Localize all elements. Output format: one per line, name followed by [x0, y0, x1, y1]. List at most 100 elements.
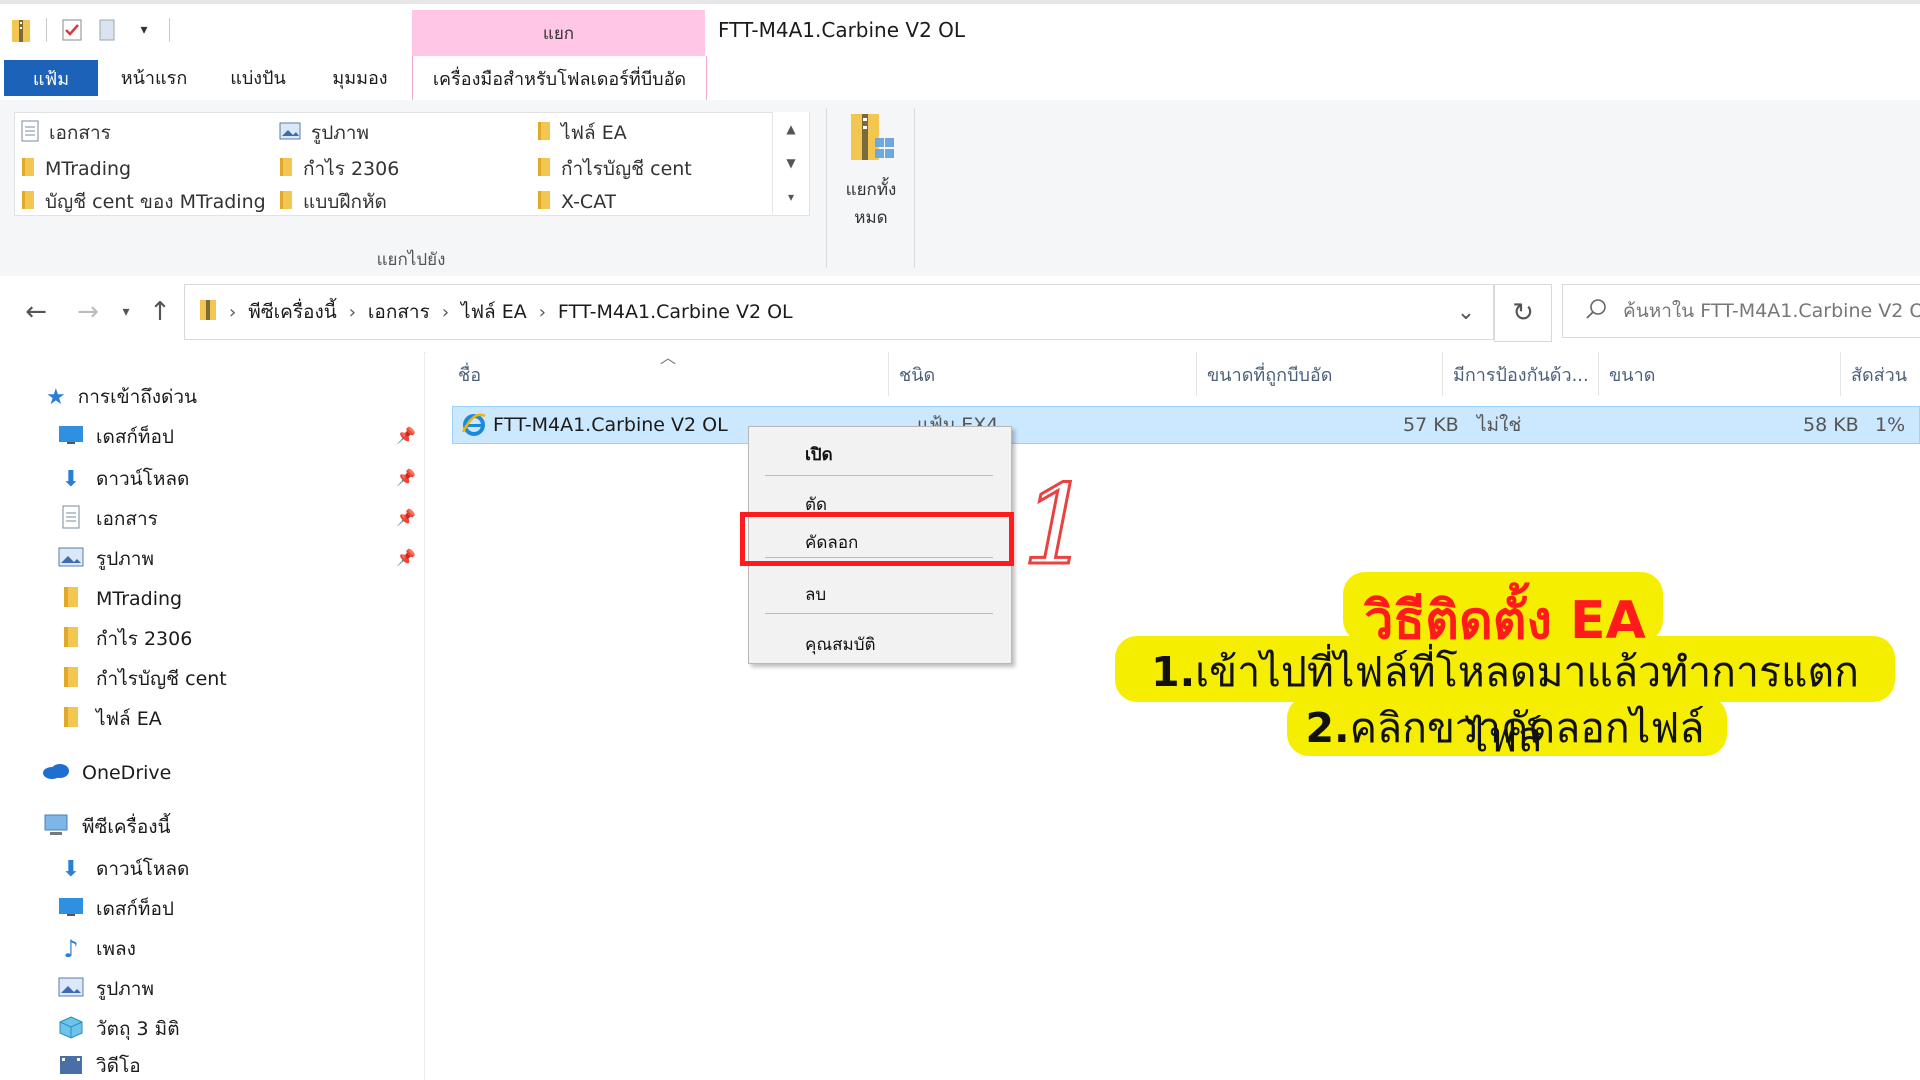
extract-all-button[interactable]: แยกทั้ง หมด	[836, 112, 906, 232]
refresh-icon[interactable]: ↻	[1494, 284, 1552, 342]
desktop-icon	[58, 425, 84, 450]
recent-locations-icon[interactable]: ▾	[108, 294, 144, 330]
column-header-name[interactable]: ชื่อ	[448, 352, 888, 396]
scroll-up-icon[interactable]: ▲	[786, 122, 795, 136]
column-header-size[interactable]: ขนาด	[1598, 352, 1840, 396]
nav-onedrive[interactable]: OneDrive	[42, 756, 171, 790]
menu-item-open[interactable]: เปิด	[805, 441, 833, 468]
annotation-step-2: 2.คลิกขวาคัดลอกไฟล์	[1115, 696, 1895, 761]
nav-item-ea-files[interactable]: ไฟล์ EA	[58, 702, 162, 736]
gallery-item-label: กำไร 2306	[303, 158, 400, 180]
pin-icon[interactable]: 📌	[396, 548, 416, 567]
gallery-item-label: แบบฝึกหัด	[303, 191, 387, 213]
nav-pc-downloads[interactable]: ⬇ ดาวน์โหลด	[58, 852, 190, 886]
forward-arrow-icon[interactable]: →	[70, 294, 106, 330]
chevron-right-icon[interactable]: ›	[539, 302, 546, 323]
folder-icon	[58, 665, 84, 694]
folder-icon	[58, 705, 84, 734]
nav-label: ไฟล์ EA	[96, 708, 162, 730]
nav-item-desktop[interactable]: เดสก์ท็อป	[58, 420, 174, 454]
nav-label: เอกสาร	[96, 508, 158, 530]
menu-divider	[765, 613, 993, 614]
chevron-down-icon[interactable]: ⌄	[1438, 285, 1493, 339]
gallery-item-label: รูปภาพ	[311, 122, 369, 144]
gallery-item-x-cat[interactable]: X-CAT	[537, 189, 616, 215]
folder-icon	[279, 189, 293, 215]
pin-icon[interactable]: 📌	[396, 508, 416, 527]
breadcrumb-this-pc[interactable]: พีซีเครื่องนี้	[248, 297, 337, 327]
search-box[interactable]: ค้นหาใน FTT-M4A1.Carbine V2 OL	[1562, 284, 1920, 338]
tab-compressed-folder-tools[interactable]: เครื่องมือสำหรับโฟลเดอร์ที่บีบอัด	[412, 56, 707, 100]
gallery-item-ea-files[interactable]: ไฟล์ EA	[537, 117, 627, 149]
breadcrumb-documents[interactable]: เอกสาร	[368, 297, 430, 327]
column-header-compressed-size[interactable]: ขนาดที่ถูกบีบอัด	[1196, 352, 1442, 396]
properties-check-icon[interactable]	[61, 16, 83, 44]
extract-to-gallery: เอกสาร รูปภาพ ไฟล์ EA MTrading กำไร 2306…	[14, 112, 810, 216]
nav-label: รูปภาพ	[96, 548, 154, 570]
zip-folder-icon	[199, 298, 217, 327]
context-tab-header: แยก	[412, 10, 705, 56]
chevron-right-icon[interactable]: ›	[349, 302, 356, 323]
gallery-item-profit-2306[interactable]: กำไร 2306	[279, 153, 399, 185]
menu-item-properties[interactable]: คุณสมบัติ	[805, 631, 876, 658]
nav-this-pc[interactable]: พีซีเครื่องนี้	[42, 810, 171, 844]
nav-item-documents[interactable]: เอกสาร	[58, 502, 158, 536]
documents-icon	[58, 505, 84, 534]
menu-item-delete[interactable]: ลบ	[805, 581, 826, 608]
gallery-item-label: ไฟล์ EA	[561, 122, 627, 144]
nav-pc-pictures[interactable]: รูปภาพ	[58, 972, 154, 1006]
tab-home[interactable]: หน้าแรก	[108, 56, 200, 98]
nav-pc-desktop[interactable]: เดสก์ท็อป	[58, 892, 174, 926]
nav-item-profit-2306[interactable]: กำไร 2306	[58, 622, 192, 656]
file-ratio: 1%	[1875, 414, 1906, 436]
tab-view[interactable]: มุมมอง	[314, 56, 406, 98]
up-arrow-icon[interactable]: ↑	[142, 294, 178, 330]
customize-dropdown-icon[interactable]: ▾	[133, 16, 155, 44]
breadcrumb-ea-files[interactable]: ไฟล์ EA	[461, 297, 527, 327]
search-icon	[1585, 298, 1607, 325]
pin-icon[interactable]: 📌	[396, 468, 416, 487]
nav-pc-videos[interactable]: วิดีโอ	[58, 1052, 141, 1080]
address-bar[interactable]: › พีซีเครื่องนี้ › เอกสาร › ไฟล์ EA › FT…	[184, 284, 1494, 340]
chevron-right-icon[interactable]: ›	[442, 302, 449, 323]
back-arrow-icon[interactable]: ←	[18, 294, 54, 330]
nav-item-mtrading[interactable]: MTrading	[58, 582, 182, 616]
column-header-password-protected[interactable]: มีการป้องกันด้ว...	[1442, 352, 1598, 396]
gallery-item-cent-profit[interactable]: กำไรบัญชี cent	[537, 153, 692, 185]
nav-label: วิดีโอ	[96, 1055, 141, 1077]
nav-pc-3d-objects[interactable]: วัตถุ 3 มิติ	[58, 1012, 180, 1046]
nav-item-pictures[interactable]: รูปภาพ	[58, 542, 154, 576]
new-folder-icon[interactable]	[97, 16, 119, 44]
ribbon-panel: เอกสาร รูปภาพ ไฟล์ EA MTrading กำไร 2306…	[0, 100, 1920, 277]
nav-label: กำไรบัญชี cent	[96, 668, 227, 690]
chevron-right-icon[interactable]: ›	[229, 302, 236, 323]
pin-icon[interactable]: 📌	[396, 426, 416, 445]
nav-item-cent-profit[interactable]: กำไรบัญชี cent	[58, 662, 227, 696]
gallery-item-exercises[interactable]: แบบฝึกหัด	[279, 189, 387, 215]
nav-pc-music[interactable]: ♪ เพลง	[58, 932, 136, 966]
nav-quick-access[interactable]: ★ การเข้าถึงด่วน	[46, 380, 197, 414]
menu-divider	[765, 475, 993, 476]
extract-all-label-line: หมด	[854, 208, 888, 228]
nav-item-downloads[interactable]: ⬇ ดาวน์โหลด	[58, 462, 190, 496]
tab-file[interactable]: แฟ้ม	[4, 60, 98, 96]
gallery-item-cent-account[interactable]: บัญชี cent ของ MTrading	[21, 189, 266, 215]
computer-icon	[42, 813, 70, 842]
scroll-down-icon[interactable]: ▼	[786, 156, 795, 170]
tab-share[interactable]: แบ่งปัน	[212, 56, 304, 98]
gallery-item-label: เอกสาร	[49, 122, 111, 144]
gallery-item-documents[interactable]: เอกสาร	[21, 117, 111, 149]
annotation-step-2-number: 2.	[1305, 704, 1350, 752]
gallery-item-mtrading[interactable]: MTrading	[21, 153, 131, 185]
zip-folder-icon	[10, 16, 32, 44]
gallery-more-icon[interactable]: ▾	[788, 190, 794, 204]
breadcrumb-current-folder[interactable]: FTT-M4A1.Carbine V2 OL	[558, 301, 793, 323]
ie-file-icon	[461, 407, 487, 443]
gallery-item-pictures[interactable]: รูปภาพ	[279, 117, 369, 149]
column-header-type[interactable]: ชนิด	[888, 352, 1196, 396]
nav-label: เดสก์ท็อป	[96, 898, 174, 920]
toolbar-divider	[46, 18, 47, 42]
nav-label: พีซีเครื่องนี้	[82, 816, 171, 838]
table-row[interactable]: FTT-M4A1.Carbine V2 OL แฟ้ม EX4 57 KB ไม…	[452, 406, 1920, 444]
column-header-ratio[interactable]: สัดส่วน	[1840, 352, 1920, 396]
